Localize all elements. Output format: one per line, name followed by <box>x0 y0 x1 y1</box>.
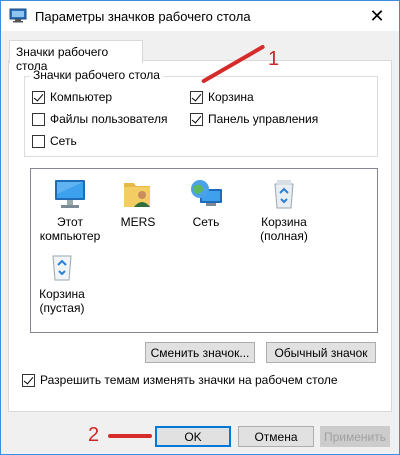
cancel-button[interactable]: Отмена <box>238 426 314 447</box>
annotation-arrow-2 <box>108 434 152 438</box>
network-globe-icon <box>191 180 222 206</box>
checkbox-label: Корзина <box>208 90 254 104</box>
checkbox-label: Панель управления <box>208 112 319 126</box>
checkbox-network[interactable]: Сеть <box>32 134 77 148</box>
checkbox-box[interactable] <box>190 90 203 104</box>
icon-item-recycle-bin-empty[interactable]: Корзина (пустая) <box>23 249 101 315</box>
apply-button[interactable]: Применить <box>320 426 390 447</box>
icon-label: Сеть <box>192 215 220 229</box>
default-icon-button[interactable]: Обычный значок <box>266 342 376 363</box>
checkbox-user-files[interactable]: Файлы пользователя <box>32 112 167 126</box>
icon-item-network[interactable]: Сеть <box>167 177 245 229</box>
annotation-number-1: 1 <box>268 48 280 70</box>
checkbox-allow-themes[interactable]: Разрешить темам изменять значки на рабоч… <box>22 373 338 387</box>
checkbox-label: Компьютер <box>50 90 113 104</box>
close-button[interactable]: ✕ <box>355 1 399 31</box>
icon-item-user-folder[interactable]: MERS <box>99 177 177 229</box>
computer-icon <box>55 180 85 208</box>
icon-list[interactable]: Этот компьютер MERS Сеть Корзина (полная… <box>30 168 378 333</box>
close-icon: ✕ <box>369 5 385 26</box>
icon-item-recycle-bin-full[interactable]: Корзина (полная) <box>245 177 323 243</box>
checkbox-box[interactable] <box>32 90 45 104</box>
icon-label: Корзина (пустая) <box>39 287 85 315</box>
recycle-bin-full-icon <box>274 180 294 209</box>
checkbox-box[interactable] <box>32 112 45 126</box>
user-folder-icon <box>124 183 150 207</box>
icon-label: Корзина (полная) <box>260 215 308 243</box>
desktop-settings-icon <box>9 8 27 23</box>
ok-button[interactable]: OK <box>155 426 231 447</box>
checkbox-recycle-bin[interactable]: Корзина <box>190 90 254 104</box>
checkbox-label: Файлы пользователя <box>50 112 168 126</box>
window-title: Параметры значков рабочего стола <box>35 9 251 24</box>
icon-item-this-pc[interactable]: Этот компьютер <box>31 177 109 243</box>
tab-desktop-icons[interactable]: Значки рабочего стола <box>9 40 143 73</box>
title-bar: Параметры значков рабочего стола ✕ <box>1 1 399 31</box>
checkbox-label: Сеть <box>50 134 77 148</box>
tab-label: Значки рабочего стола <box>16 45 109 73</box>
checkbox-control-panel[interactable]: Панель управления <box>190 112 318 126</box>
recycle-bin-empty-icon <box>52 255 72 281</box>
checkbox-computer[interactable]: Компьютер <box>32 90 112 104</box>
checkbox-box[interactable] <box>190 112 203 126</box>
icon-label: MERS <box>120 215 156 229</box>
change-icon-button[interactable]: Сменить значок... <box>145 342 255 363</box>
checkbox-label: Разрешить темам изменять значки на рабоч… <box>40 373 338 387</box>
checkbox-box[interactable] <box>32 134 45 148</box>
annotation-number-2: 2 <box>88 424 100 446</box>
icon-label: Этот компьютер <box>39 215 101 243</box>
checkbox-box[interactable] <box>22 373 35 387</box>
